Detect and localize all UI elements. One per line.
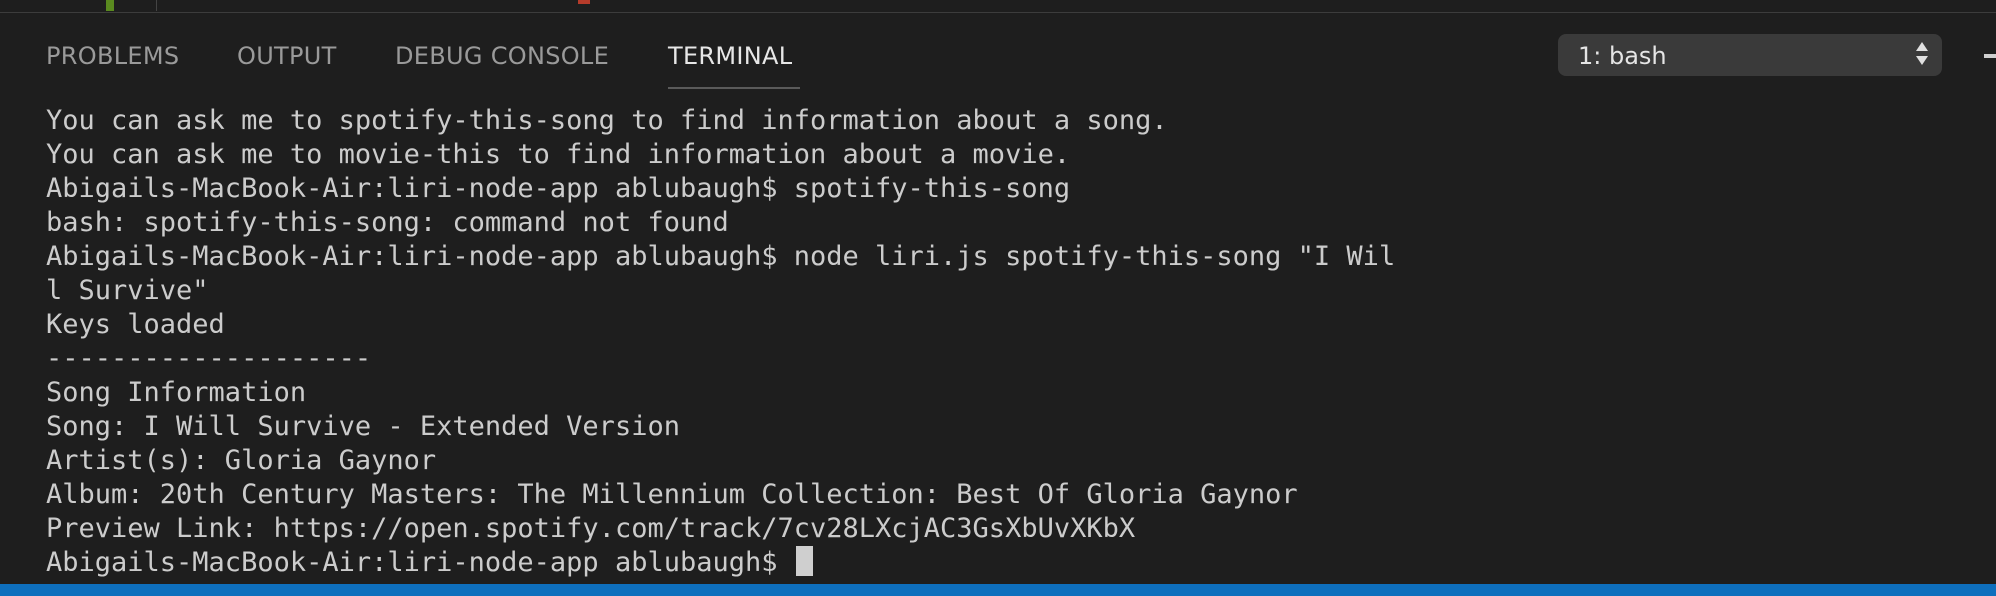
terminal-line: Abigails-MacBook-Air:liri-node-app ablub… [46,173,1071,204]
select-arrows-icon [1916,40,1930,70]
terminal-line: Abigails-MacBook-Air:liri-node-app ablub… [46,241,1396,272]
active-tab-indicator [668,87,800,89]
terminal-prompt-line[interactable]: Abigails-MacBook-Air:liri-node-app ablub… [46,546,1946,580]
terminal-output[interactable]: You can ask me to spotify-this-song to f… [46,104,1946,580]
terminal-line: Preview Link: https://open.spotify.com/t… [46,513,1136,544]
terminal-line: Artist(s): Gloria Gaynor [46,445,437,476]
terminal-prompt: Abigails-MacBook-Air:liri-node-app ablub… [46,547,794,578]
terminal-line: Song: I Will Survive - Extended Version [46,411,680,442]
terminal-line: You can ask me to spotify-this-song to f… [46,105,1168,136]
terminal-line: bash: spotify-this-song: command not fou… [46,207,729,238]
terminal-line: Album: 20th Century Masters: The Millenn… [46,479,1298,510]
terminal-line: -------------------- [46,343,372,374]
tab-debug-console[interactable]: DEBUG CONSOLE [395,42,609,70]
terminal-line: Song Information [46,377,307,408]
tab-output[interactable]: OUTPUT [237,42,337,70]
vscode-panel: PROBLEMS OUTPUT DEBUG CONSOLE TERMINAL 1… [0,0,1996,596]
status-bar [0,584,1996,596]
tab-problems[interactable]: PROBLEMS [46,42,179,70]
terminal-select-value: 1: bash [1578,42,1667,70]
tab-terminal[interactable]: TERMINAL [668,42,792,70]
editor-token-fragment [578,0,590,4]
git-change-marker [106,0,114,11]
terminal-line: l Survive" [46,275,209,306]
panel-action-icon[interactable] [1984,54,1996,58]
terminal-select[interactable]: 1: bash [1558,34,1942,76]
gutter-divider [156,0,157,11]
terminal-line: Keys loaded [46,309,225,340]
terminal-line: You can ask me to movie-this to find inf… [46,139,1071,170]
terminal-cursor [795,546,813,576]
